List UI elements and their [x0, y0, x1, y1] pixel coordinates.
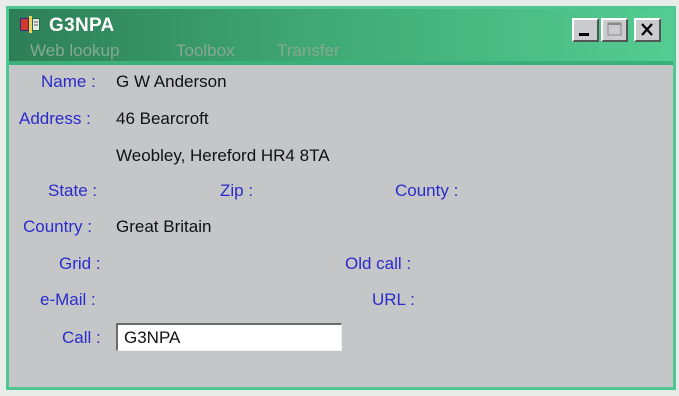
country-label: Country :: [23, 217, 92, 236]
title-row: G3NPA: [9, 9, 673, 42]
address-line1: 46 Bearcroft: [116, 109, 209, 128]
address-line2: Weobley, Hereford HR4 8TA: [116, 146, 330, 165]
book-icon[interactable]: [20, 16, 40, 33]
address-label: Address :: [19, 109, 91, 128]
country-value: Great Britain: [116, 217, 212, 236]
title-bar[interactable]: G3NPA Web lookup Toolbox Transfer: [9, 9, 673, 65]
menu-transfer[interactable]: Transfer: [277, 41, 340, 61]
grid-label: Grid :: [59, 254, 101, 273]
name-label: Name :: [41, 72, 96, 91]
call-label: Call :: [62, 328, 101, 347]
email-label: e-Mail :: [40, 290, 96, 309]
name-value: G W Anderson: [116, 72, 227, 91]
zip-label: Zip :: [220, 181, 254, 200]
state-label: State :: [48, 181, 98, 200]
url-label: URL :: [372, 290, 415, 309]
menu-toolbox[interactable]: Toolbox: [176, 41, 235, 61]
record-panel: Name : G W Anderson Address : 46 Bearcro…: [9, 65, 673, 387]
old-call-label: Old call :: [345, 254, 412, 273]
county-label: County :: [395, 181, 459, 200]
menu-bar: Web lookup Toolbox Transfer: [9, 35, 673, 63]
call-input[interactable]: [116, 323, 342, 351]
window-title: G3NPA: [49, 15, 115, 36]
menu-web-lookup[interactable]: Web lookup: [30, 41, 119, 61]
callsign-window: G3NPA Web lookup Toolbox Transfer Name:…: [6, 6, 676, 390]
